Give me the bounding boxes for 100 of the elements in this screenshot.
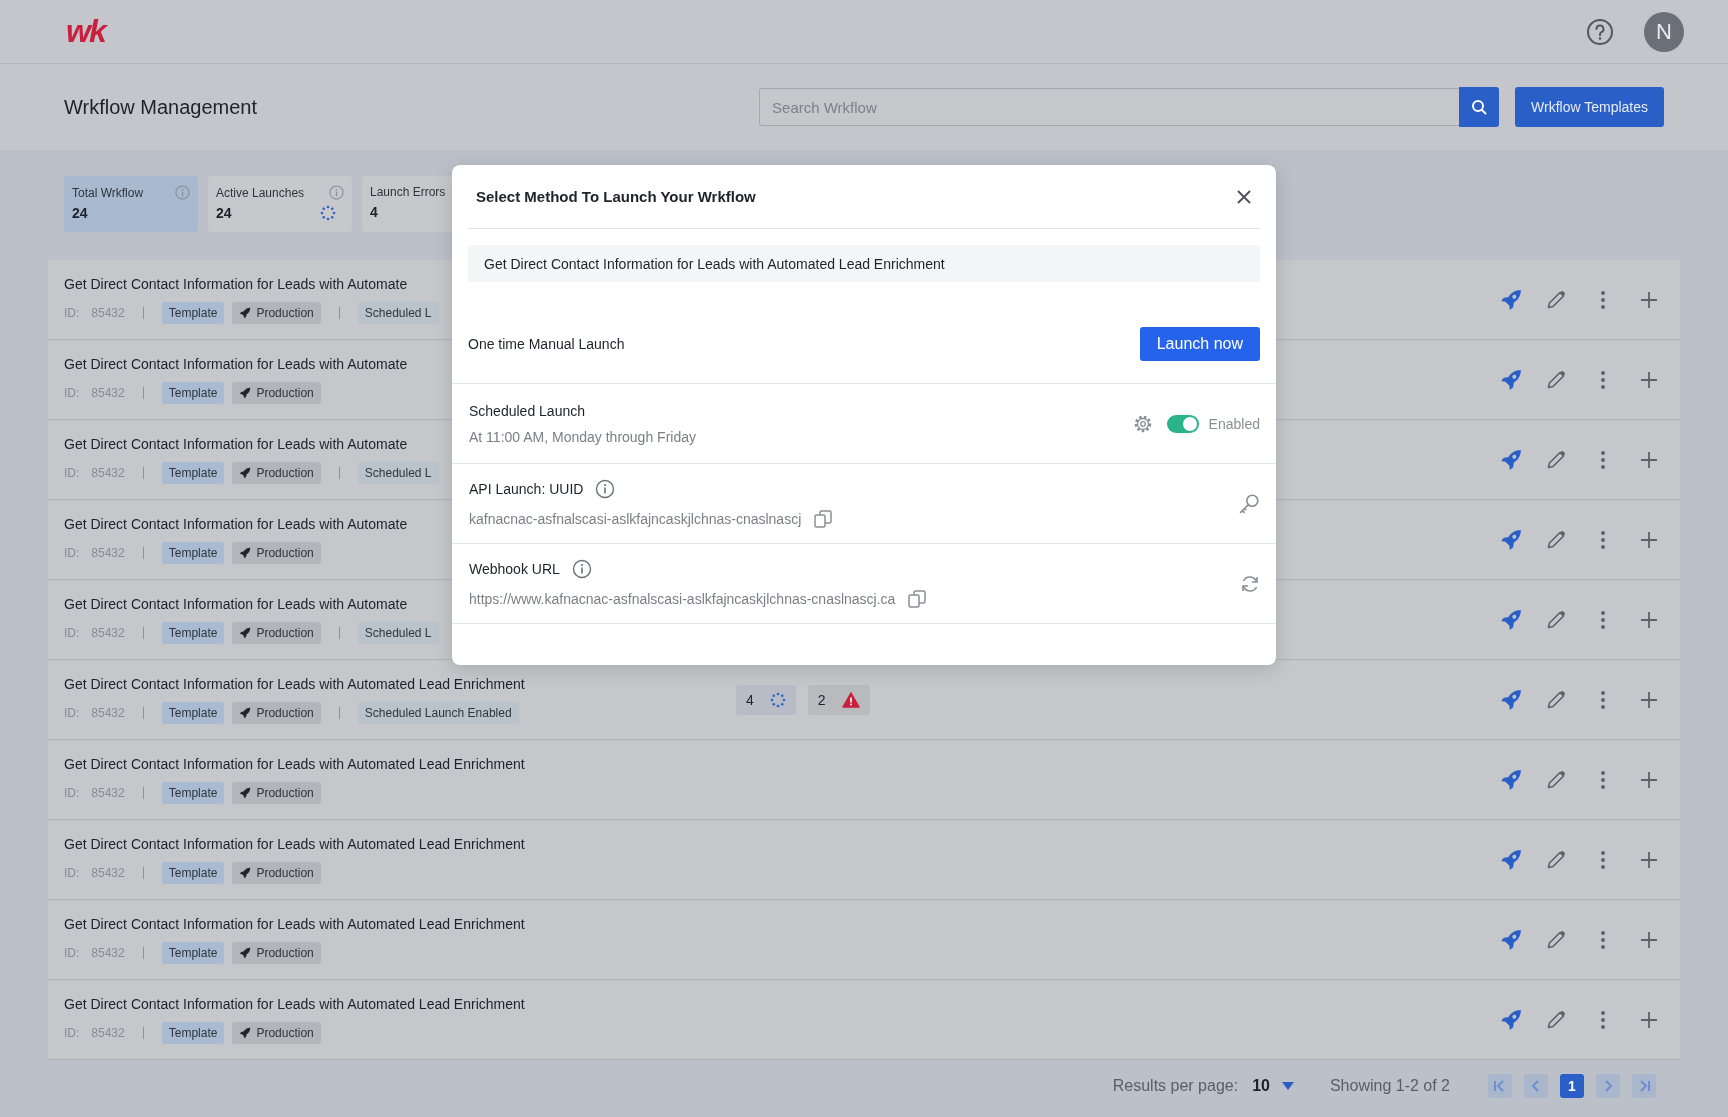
- stat-label: Total Wrkflow: [72, 185, 144, 200]
- workflow-id: 85432: [91, 305, 125, 320]
- workflow-id: 85432: [91, 945, 125, 960]
- edit-icon[interactable]: [1546, 1009, 1566, 1030]
- error-count-badge: 2: [807, 684, 870, 715]
- workflow-title[interactable]: Get Direct Contact Information for Leads with Automated Lead Enrichment: [64, 915, 736, 932]
- workflow-id: 85432: [91, 545, 125, 560]
- schedule-tag: Scheduled Launch Enabled: [357, 701, 519, 724]
- stat-card[interactable]: Total Wrkflow 24: [64, 176, 198, 232]
- edit-icon[interactable]: [1546, 689, 1566, 710]
- workflow-id: 85432: [91, 1025, 125, 1040]
- close-icon[interactable]: [1236, 188, 1252, 205]
- more-icon[interactable]: [1600, 369, 1606, 390]
- add-icon[interactable]: [1640, 290, 1658, 309]
- production-tag: Production: [232, 381, 321, 404]
- user-avatar[interactable]: N: [1644, 11, 1684, 52]
- edit-icon[interactable]: [1546, 929, 1566, 950]
- stat-value: 4: [370, 204, 378, 220]
- per-page-select[interactable]: 10: [1252, 1077, 1294, 1095]
- edit-icon[interactable]: [1546, 289, 1566, 310]
- more-icon[interactable]: [1600, 1009, 1606, 1030]
- launch-now-button[interactable]: Launch now: [1139, 326, 1260, 361]
- rocket-icon: [239, 546, 252, 559]
- page-title: Wrkflow Management: [64, 95, 258, 119]
- info-icon: [571, 558, 592, 579]
- production-tag: Production: [232, 541, 321, 564]
- rocket-icon[interactable]: [1500, 288, 1522, 311]
- id-label: ID:: [64, 705, 80, 720]
- template-tag: Template: [161, 461, 225, 484]
- edit-icon[interactable]: [1546, 849, 1566, 870]
- info-icon: [595, 478, 616, 499]
- scheduled-launch-label: Scheduled Launch: [469, 402, 586, 419]
- add-icon[interactable]: [1640, 930, 1658, 949]
- rocket-icon[interactable]: [1500, 1008, 1522, 1031]
- workflow-title[interactable]: Get Direct Contact Information for Leads with Automated Lead Enrichment: [64, 675, 736, 692]
- stat-card[interactable]: Active Launches 24: [208, 176, 352, 232]
- key-icon[interactable]: [1238, 492, 1260, 515]
- workflow-title[interactable]: Get Direct Contact Information for Leads with Automated Lead Enrichment: [64, 755, 736, 772]
- rocket-icon[interactable]: [1500, 528, 1522, 551]
- rocket-icon[interactable]: [1500, 448, 1522, 471]
- production-tag: Production: [232, 621, 321, 644]
- rocket-icon[interactable]: [1500, 928, 1522, 951]
- more-icon[interactable]: [1600, 849, 1606, 870]
- stat-label: Launch Errors: [370, 185, 446, 199]
- edit-icon[interactable]: [1546, 529, 1566, 550]
- workflow-title[interactable]: Get Direct Contact Information for Leads with Automated Lead Enrichment: [64, 835, 736, 852]
- search-icon: [1471, 99, 1488, 115]
- production-tag: Production: [232, 301, 321, 324]
- production-tag: Production: [232, 941, 321, 964]
- rocket-icon: [239, 706, 252, 719]
- stat-value: 24: [72, 205, 88, 221]
- search-field[interactable]: Search Wrkflow: [759, 88, 1460, 126]
- rocket-icon[interactable]: [1500, 848, 1522, 871]
- template-tag: Template: [161, 541, 225, 564]
- results-summary: Showing 1-2 of 2: [1329, 1077, 1450, 1095]
- search-button[interactable]: [1459, 87, 1500, 127]
- schedule-toggle[interactable]: [1166, 414, 1199, 433]
- more-icon[interactable]: [1600, 289, 1606, 310]
- manual-launch-label: One time Manual Launch: [468, 335, 625, 352]
- refresh-icon[interactable]: [1240, 573, 1260, 594]
- edit-icon[interactable]: [1546, 609, 1566, 630]
- add-icon[interactable]: [1640, 850, 1658, 869]
- help-icon[interactable]: [1586, 17, 1614, 46]
- add-icon[interactable]: [1640, 1010, 1658, 1029]
- settings-icon[interactable]: [1132, 413, 1153, 434]
- edit-icon[interactable]: [1546, 449, 1566, 470]
- webhook-url-label: Webhook URL: [469, 560, 560, 577]
- add-icon[interactable]: [1640, 610, 1658, 629]
- template-tag: Template: [161, 781, 225, 804]
- more-icon[interactable]: [1600, 529, 1606, 550]
- page-button[interactable]: 1: [1560, 1074, 1584, 1098]
- schedule-detail: At 11:00 AM, Monday through Friday: [469, 428, 696, 445]
- more-icon[interactable]: [1600, 929, 1606, 950]
- rocket-icon[interactable]: [1500, 688, 1522, 711]
- add-icon[interactable]: [1640, 450, 1658, 469]
- edit-icon[interactable]: [1546, 369, 1566, 390]
- spinner-icon: [769, 691, 786, 708]
- production-tag: Production: [232, 861, 321, 884]
- id-label: ID:: [64, 785, 80, 800]
- templates-button[interactable]: Wrkflow Templates: [1515, 87, 1664, 127]
- rocket-icon[interactable]: [1500, 768, 1522, 791]
- add-icon[interactable]: [1640, 770, 1658, 789]
- more-icon[interactable]: [1600, 769, 1606, 790]
- stat-label: Active Launches: [216, 185, 305, 200]
- copy-icon[interactable]: [813, 508, 834, 529]
- add-icon[interactable]: [1640, 370, 1658, 389]
- template-tag: Template: [161, 861, 225, 884]
- more-icon[interactable]: [1600, 449, 1606, 470]
- add-icon[interactable]: [1640, 690, 1658, 709]
- workflow-title[interactable]: Get Direct Contact Information for Leads with Automated Lead Enrichment: [64, 995, 736, 1012]
- id-label: ID:: [64, 865, 80, 880]
- rocket-icon[interactable]: [1500, 608, 1522, 631]
- rocket-icon[interactable]: [1500, 368, 1522, 391]
- edit-icon[interactable]: [1546, 769, 1566, 790]
- logo: wk: [66, 13, 105, 50]
- more-icon[interactable]: [1600, 609, 1606, 630]
- add-icon[interactable]: [1640, 530, 1658, 549]
- more-icon[interactable]: [1600, 689, 1606, 710]
- template-tag: Template: [161, 621, 225, 644]
- copy-icon[interactable]: [907, 588, 928, 609]
